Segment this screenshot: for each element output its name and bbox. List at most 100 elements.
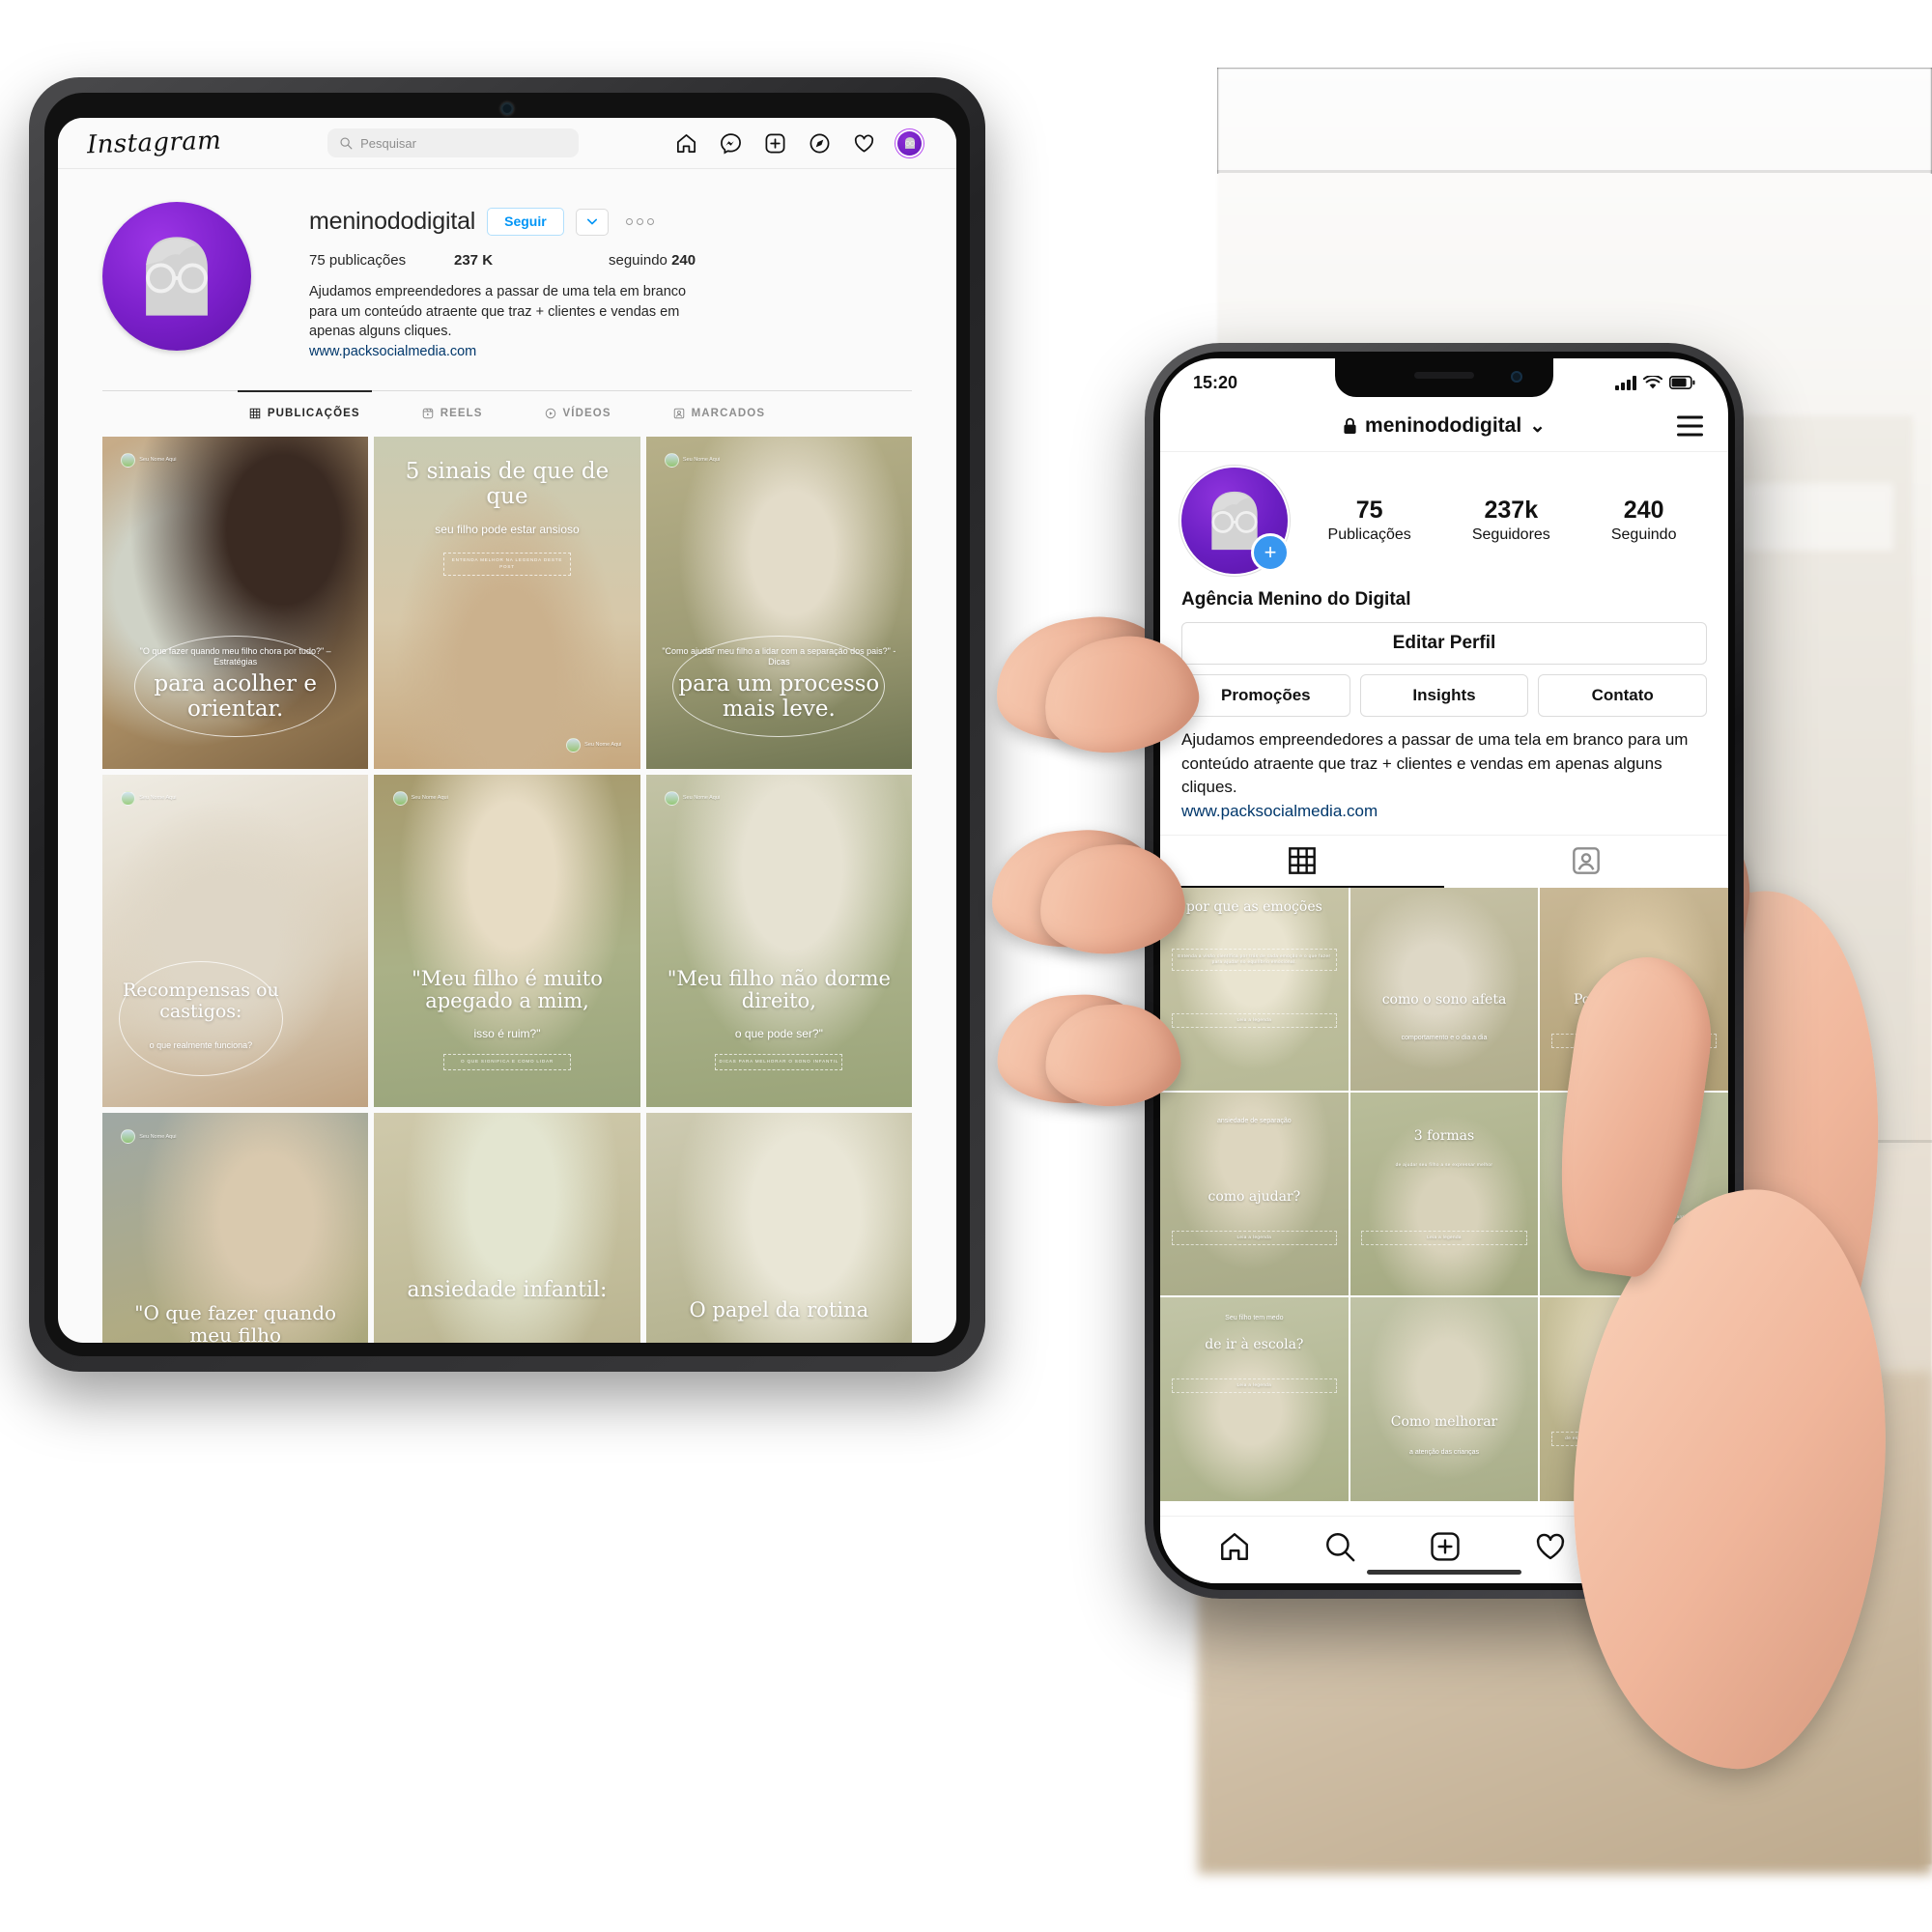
post-cell[interactable]: Seu Nome Aqui Recompensas ou castigos: o… xyxy=(102,774,369,1108)
post-cell[interactable]: Seu Nome Aqui "Meu filho é muito apegado… xyxy=(374,774,640,1108)
post-image xyxy=(1350,1297,1539,1501)
tab-publicacoes[interactable]: PUBLICAÇÕES xyxy=(237,389,372,419)
phone-link[interactable]: www.packsocialmedia.com xyxy=(1181,802,1707,821)
post-title: "Meu filho é muito apegado a mim, xyxy=(412,966,603,1013)
home-indicator xyxy=(1367,1570,1521,1575)
phone-posts-grid: por que as emoções Entenda a visão cient… xyxy=(1160,887,1728,1501)
post-subtitle: o que realmente funciona? xyxy=(149,1040,253,1051)
post-cell[interactable]: Seu Nome Aqui "Meu filho não dorme direi… xyxy=(645,774,912,1108)
follow-dropdown-button[interactable] xyxy=(575,208,609,236)
stat-following[interactable]: seguindo 240 xyxy=(609,252,696,269)
tablet-device: Instagram Pesquisar meninododigital Segu… xyxy=(29,77,985,1372)
explore-icon[interactable] xyxy=(809,132,831,155)
edit-profile-button[interactable]: Editar Perfil xyxy=(1181,622,1707,665)
search-input[interactable]: Pesquisar xyxy=(327,128,580,157)
instagram-logo[interactable]: Instagram xyxy=(87,127,222,160)
post-cell[interactable]: Seu Nome Aqui "O que fazer quando meu fi… xyxy=(102,1113,369,1343)
post-cell[interactable]: Medo de errar: Como isso pode afetar o a… xyxy=(1540,1093,1728,1296)
tablet-front-camera-icon xyxy=(500,102,514,115)
tablet-screen: Instagram Pesquisar meninododigital Segu… xyxy=(58,118,956,1343)
profile-avatar[interactable] xyxy=(897,130,922,156)
profile-info: meninododigital Seguir 75 publicações 23… xyxy=(309,202,912,359)
post-cta: Leia a legenda xyxy=(1171,1231,1337,1245)
add-story-button[interactable]: + xyxy=(1251,533,1290,572)
post-cell[interactable]: Como melhorar a atenção das crianças xyxy=(1350,1297,1539,1501)
post-cell[interactable]: ansiedade de separação como ajudar? Leia… xyxy=(1160,1093,1349,1296)
post-cell[interactable]: por que as emoções Entenda a visão cient… xyxy=(1160,887,1349,1092)
post-subtitle: ansiedade de separação xyxy=(1216,1118,1292,1125)
watermark-name: Seu Nome Aqui xyxy=(139,795,177,802)
stat-following[interactable]: 240 Seguindo xyxy=(1611,497,1677,544)
post-subtitle: comportamento e o dia a dia xyxy=(1401,1035,1488,1042)
phone-stats: 75 Publicações 237k Seguidores 240 Segui… xyxy=(1288,497,1707,544)
grid-icon xyxy=(249,408,261,418)
watermark-name: Seu Nome Aqui xyxy=(411,795,448,802)
stat-posts[interactable]: 75 publicações xyxy=(309,252,454,269)
phone-bio: Ajudamos empreendedores a passar de uma … xyxy=(1181,730,1689,797)
phone-tab-tagged[interactable] xyxy=(1444,836,1728,886)
search-icon[interactable] xyxy=(1323,1530,1356,1563)
stat-followers[interactable]: 237k Seguidores xyxy=(1472,497,1550,544)
post-watermark: Seu Nome Aqui xyxy=(121,452,176,468)
activity-heart-icon[interactable] xyxy=(1534,1530,1567,1563)
insights-button[interactable]: Insights xyxy=(1359,674,1529,717)
post-title: Medo de errar: xyxy=(1581,1177,1687,1193)
messenger-icon[interactable] xyxy=(720,132,742,155)
post-cell[interactable]: como o sono afeta comportamento e o dia … xyxy=(1350,887,1539,1092)
phone-action-buttons: Promoções Insights Contato xyxy=(1181,674,1708,717)
post-cell[interactable]: 5 sinais de que de que seu filho pode es… xyxy=(374,436,640,769)
post-subtitle: o que pode ser?" xyxy=(734,1027,823,1041)
new-post-icon[interactable] xyxy=(764,132,786,155)
stat-posts[interactable]: 75 Publicações xyxy=(1328,497,1411,544)
stat-followers[interactable]: 237 K xyxy=(454,252,609,269)
post-cell[interactable]: Seu Nome Aqui "O que fazer quando meu fi… xyxy=(102,436,369,769)
post-cell[interactable]: ansiedade infantil: Como identificar os … xyxy=(374,1113,640,1343)
home-icon[interactable] xyxy=(1218,1530,1251,1563)
post-cell[interactable]: 3 maneiras de estimular a autonomia infa… xyxy=(1540,1297,1728,1501)
post-image xyxy=(374,1113,640,1343)
stat-label: Seguidores xyxy=(1471,526,1550,543)
status-indicators xyxy=(1615,375,1695,390)
profile-icon[interactable] xyxy=(1639,1531,1670,1562)
phone-username-dropdown[interactable]: meninododigital ⌄ xyxy=(1343,414,1546,438)
post-cell[interactable]: O papel da rotina na saúde emocional inf… xyxy=(645,1113,912,1343)
avatar-illustration-icon xyxy=(146,237,208,316)
stat-following-label: seguindo xyxy=(609,252,668,269)
profile-link[interactable]: www.packsocialmedia.com xyxy=(309,344,912,359)
post-subtitle: "O que fazer quando meu filho chora por … xyxy=(139,645,331,668)
follow-button[interactable]: Seguir xyxy=(487,208,564,236)
phone-device: 15:20 meninododigital ⌄ + 75 Publicações… xyxy=(1145,343,1744,1599)
profile-stats: 75 publicações 237 K seguindo 240 xyxy=(309,252,912,269)
more-options-button[interactable] xyxy=(625,218,654,225)
chevron-down-icon xyxy=(586,218,597,225)
post-watermark: Seu Nome Aqui xyxy=(121,791,177,807)
tab-marcados[interactable]: MARCADOS xyxy=(669,391,770,419)
phone-profile-picture[interactable]: + xyxy=(1181,468,1290,574)
post-image xyxy=(1540,1093,1728,1296)
phone-tab-grid[interactable] xyxy=(1160,836,1444,888)
hamburger-menu-icon[interactable] xyxy=(1677,415,1703,437)
promotions-button[interactable]: Promoções xyxy=(1181,674,1350,717)
post-title: de ir à escola? xyxy=(1205,1337,1304,1353)
tab-videos[interactable]: VÍDEOS xyxy=(541,391,615,419)
post-image xyxy=(1350,1093,1539,1296)
watermark-name: Seu Nome Aqui xyxy=(584,742,622,749)
post-cell[interactable]: Por que meu filho Leia a legenda xyxy=(1540,887,1728,1092)
new-post-icon[interactable] xyxy=(1429,1530,1462,1563)
post-cta: Leia a legenda xyxy=(1171,1378,1337,1393)
post-title: 3 formas xyxy=(1413,1127,1475,1144)
phone-profile: + 75 Publicações 237k Seguidores 240 Seg… xyxy=(1160,452,1728,821)
activity-heart-icon[interactable] xyxy=(853,132,875,155)
post-cell[interactable]: Seu filho tem medo de ir à escola? Leia … xyxy=(1160,1297,1349,1501)
contact-button[interactable]: Contato xyxy=(1538,674,1708,717)
phone-profile-row: + 75 Publicações 237k Seguidores 240 Seg… xyxy=(1181,468,1707,574)
lock-icon xyxy=(1344,417,1356,434)
post-cell[interactable]: 3 formas de ajudar seu filho a se expres… xyxy=(1350,1093,1539,1296)
profile-picture[interactable] xyxy=(102,202,251,351)
search-placeholder: Pesquisar xyxy=(360,135,416,151)
watermark-name: Seu Nome Aqui xyxy=(682,795,721,802)
post-image xyxy=(1350,887,1539,1092)
home-icon[interactable] xyxy=(675,132,697,155)
tab-reels[interactable]: REELS xyxy=(418,391,487,419)
post-cell[interactable]: Seu Nome Aqui "Como ajudar meu filho a l… xyxy=(645,436,912,769)
